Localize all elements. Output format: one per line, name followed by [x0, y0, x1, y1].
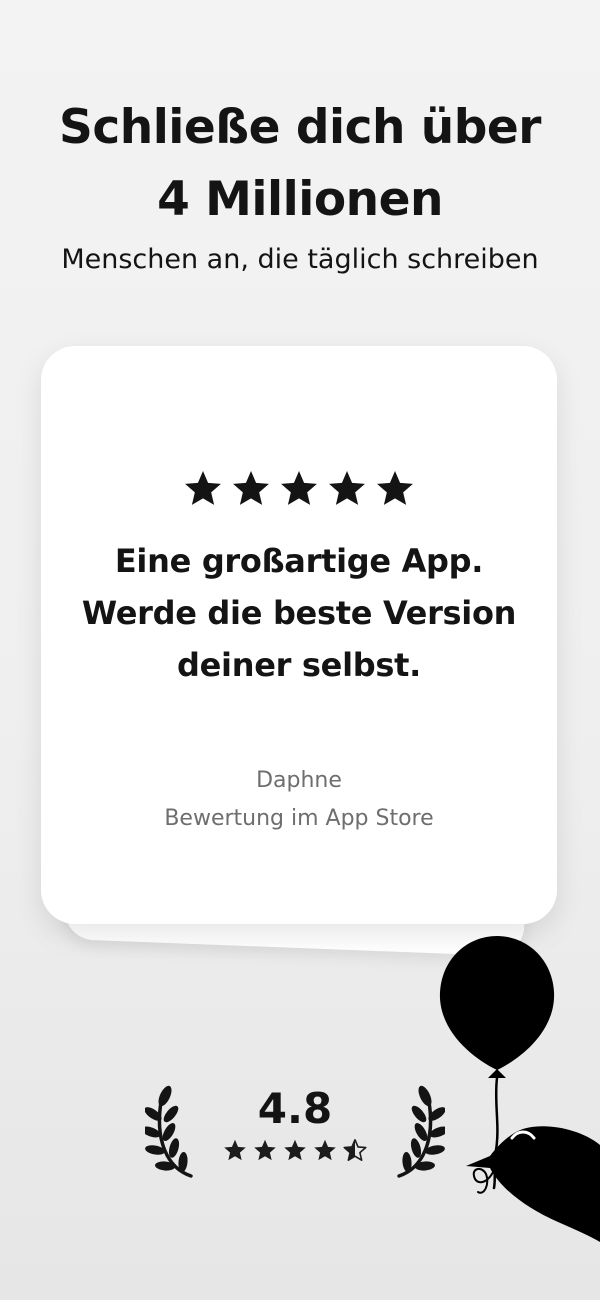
review-quote-line: Eine großartige App. [114, 542, 484, 580]
star-icon [284, 1139, 306, 1161]
star-icon [254, 1139, 276, 1161]
page-title: Schließe dich über [59, 100, 541, 155]
review-stars [41, 468, 557, 508]
review-quote: Eine großartige App. Werde die beste Ver… [41, 535, 557, 691]
star-icon [377, 471, 413, 505]
page-title-highlight: 4 Millionen [157, 172, 443, 227]
half-star-icon [343, 1139, 367, 1161]
reviewer-name: Daphne [256, 768, 342, 793]
review-quote-line: deiner selbst. [177, 646, 421, 684]
star-icon [185, 471, 221, 505]
star-icon [314, 1139, 336, 1161]
review-quote-line: Werde die beste Version [81, 594, 517, 632]
review-source: Bewertung im App Store [164, 806, 434, 831]
star-icon [224, 1139, 246, 1161]
star-icon [281, 471, 317, 505]
balloon-bird-illustration [439, 936, 600, 1242]
reviewer-info: Daphne Bewertung im App Store [41, 762, 557, 838]
star-icon [329, 471, 365, 505]
bird-icon [466, 1126, 600, 1242]
star-icon [233, 471, 269, 505]
app-rating-badge: 4.8 [145, 1068, 445, 1188]
review-card: Eine großartige App. Werde die beste Ver… [41, 346, 557, 924]
page-subtitle: Menschen an, die täglich schreiben [61, 244, 539, 275]
